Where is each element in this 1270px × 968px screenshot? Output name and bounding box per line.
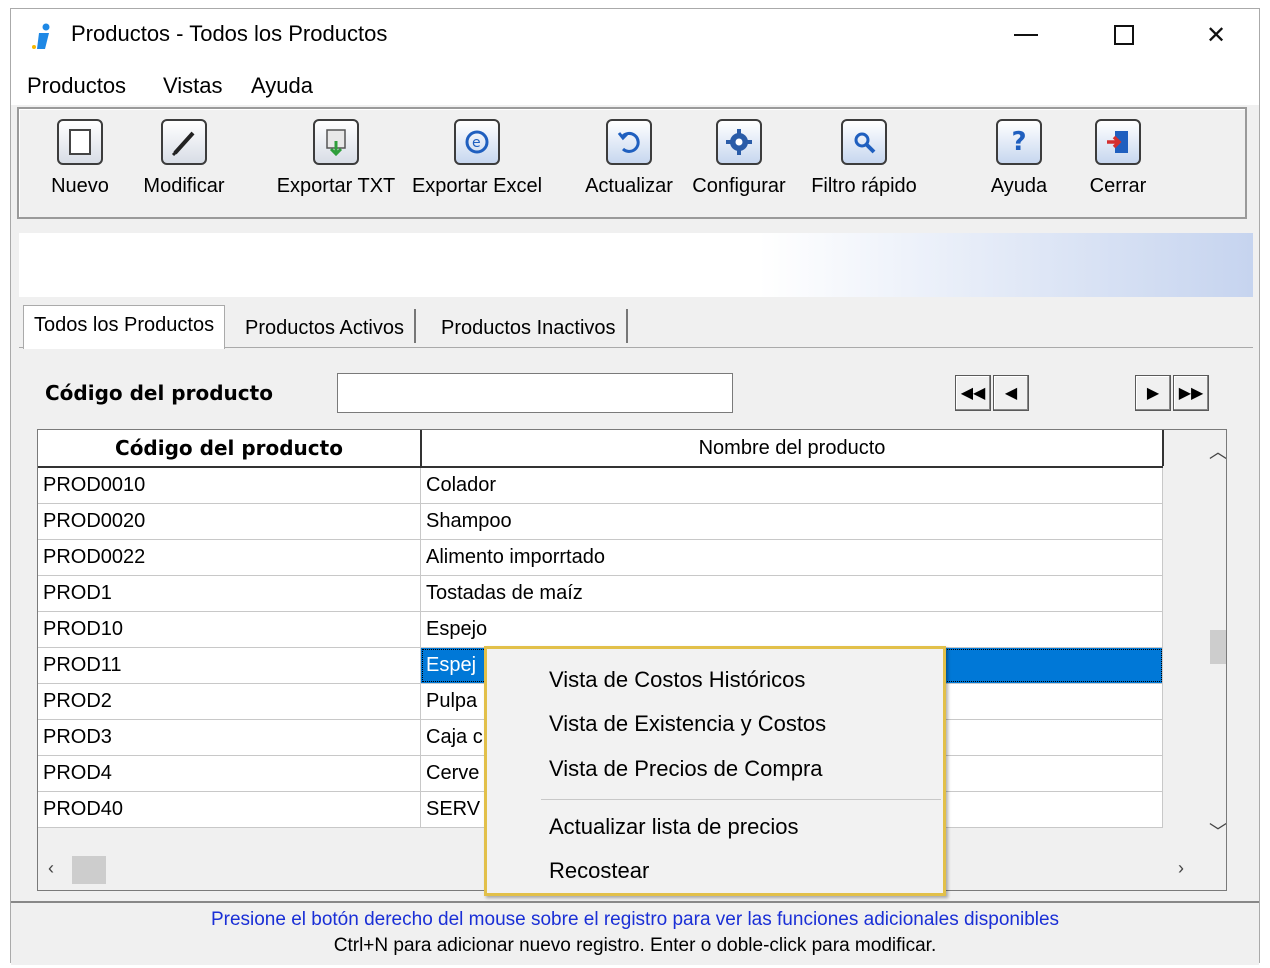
context-menu: Vista de Costos Históricos Vista de Exis… xyxy=(484,646,946,896)
column-header-name[interactable]: Nombre del producto xyxy=(422,430,1164,466)
export-txt-icon xyxy=(313,119,359,165)
menu-productos[interactable]: Productos xyxy=(27,73,126,99)
minimize-icon xyxy=(1014,34,1038,36)
previous-record-button[interactable]: ◀ xyxy=(993,375,1029,411)
menu-item-recostear[interactable]: Recostear xyxy=(549,858,649,884)
export-txt-button[interactable]: Exportar TXT xyxy=(271,119,401,198)
menu-item-actualizar-precios[interactable]: Actualizar lista de precios xyxy=(549,814,798,840)
product-code-cell[interactable]: PROD11 xyxy=(38,648,421,683)
table-row[interactable]: PROD0010 Colador xyxy=(38,468,1163,504)
quick-filter-button[interactable]: Filtro rápido xyxy=(809,119,919,198)
table-row[interactable]: PROD0020 Shampoo xyxy=(38,504,1163,540)
gear-icon xyxy=(716,119,762,165)
product-code-search-input[interactable] xyxy=(337,373,733,413)
modify-button[interactable]: Modificar xyxy=(139,119,229,198)
maximize-button[interactable] xyxy=(1089,13,1159,57)
product-code-cell[interactable]: PROD10 xyxy=(38,612,421,647)
scroll-up-icon[interactable]: ︿ xyxy=(1209,438,1226,464)
vertical-scrollbar[interactable]: ︿ ﹀ xyxy=(1206,430,1226,850)
first-icon: ◀◀ xyxy=(960,385,986,402)
product-code-cell[interactable]: PROD0022 xyxy=(38,540,421,575)
product-name-cell[interactable]: Colador xyxy=(421,468,1163,503)
horizontal-scroll-thumb[interactable] xyxy=(72,856,106,884)
toolbar: Nuevo Modificar Exportar TXT e Exportar … xyxy=(17,107,1247,219)
first-record-button[interactable]: ◀◀ xyxy=(955,375,991,411)
refresh-button[interactable]: Actualizar xyxy=(579,119,679,198)
minimize-button[interactable] xyxy=(991,13,1061,57)
maximize-icon xyxy=(1114,25,1134,45)
title-bar: Productos - Todos los Productos ✕ xyxy=(11,9,1259,61)
tab-inactivos[interactable]: Productos Inactivos xyxy=(431,309,628,343)
export-excel-label: Exportar Excel xyxy=(411,175,543,197)
status-bar: Presione el botón derecho del mouse sobr… xyxy=(11,901,1259,965)
exit-icon xyxy=(1095,119,1141,165)
configure-label: Configurar xyxy=(692,175,786,197)
product-code-cell[interactable]: PROD0010 xyxy=(38,468,421,503)
close-toolbar-button[interactable]: Cerrar xyxy=(1083,119,1153,198)
status-hint-right-click: Presione el botón derecho del mouse sobr… xyxy=(210,909,1060,930)
menu-item-precios-compra[interactable]: Vista de Precios de Compra xyxy=(549,756,823,782)
product-code-cell[interactable]: PROD4 xyxy=(38,756,421,791)
menu-ayuda[interactable]: Ayuda xyxy=(251,73,313,99)
close-button[interactable]: ✕ xyxy=(1181,13,1251,57)
quick-filter-label: Filtro rápido xyxy=(811,175,917,197)
product-code-cell[interactable]: PROD2 xyxy=(38,684,421,719)
export-txt-label: Exportar TXT xyxy=(276,175,396,197)
product-name-cell[interactable]: Shampoo xyxy=(421,504,1163,539)
grid-header: Código del producto Nombre del producto xyxy=(38,430,1164,468)
next-record-button[interactable]: ▶ xyxy=(1135,375,1171,411)
menu-vistas[interactable]: Vistas xyxy=(163,73,223,99)
table-row[interactable]: PROD10 Espejo xyxy=(38,612,1163,648)
help-icon: ? xyxy=(996,119,1042,165)
product-code-cell[interactable]: PROD1 xyxy=(38,576,421,611)
table-row[interactable]: PROD1 Tostadas de maíz xyxy=(38,576,1163,612)
scroll-right-icon[interactable]: › xyxy=(1178,858,1184,879)
last-icon: ▶▶ xyxy=(1178,385,1204,402)
export-excel-icon: e xyxy=(454,119,500,165)
column-header-code[interactable]: Código del producto xyxy=(38,430,422,466)
scroll-down-icon[interactable]: ﹀ xyxy=(1209,818,1226,844)
tab-todos[interactable]: Todos los Productos xyxy=(23,305,226,349)
app-info-icon xyxy=(32,23,50,49)
new-label: Nuevo xyxy=(51,175,109,197)
filter-label: Código del producto xyxy=(45,381,273,405)
configure-button[interactable]: Configurar xyxy=(689,119,789,198)
search-filter-icon xyxy=(841,119,887,165)
product-code-cell[interactable]: PROD0020 xyxy=(38,504,421,539)
svg-text:e: e xyxy=(472,135,481,151)
window-title: Productos - Todos los Productos xyxy=(71,21,388,46)
refresh-label: Actualizar xyxy=(585,175,673,197)
refresh-icon xyxy=(606,119,652,165)
scroll-left-icon[interactable]: ‹ xyxy=(48,858,54,879)
last-record-button[interactable]: ▶▶ xyxy=(1173,375,1209,411)
status-hint-shortcuts: Ctrl+N para adicionar nuevo registro. En… xyxy=(333,935,937,956)
previous-icon: ◀ xyxy=(1004,385,1018,402)
close-icon: ✕ xyxy=(1205,21,1227,49)
vertical-scroll-thumb[interactable] xyxy=(1210,630,1226,664)
modify-label: Modificar xyxy=(143,175,225,197)
product-code-cell[interactable]: PROD3 xyxy=(38,720,421,755)
product-name-cell[interactable]: Alimento imporrtado xyxy=(421,540,1163,575)
help-label: Ayuda xyxy=(990,175,1048,197)
new-document-icon xyxy=(57,119,103,165)
close-label: Cerrar xyxy=(1089,175,1147,197)
next-icon: ▶ xyxy=(1146,385,1160,402)
help-button[interactable]: ? Ayuda xyxy=(979,119,1059,198)
product-code-cell[interactable]: PROD40 xyxy=(38,792,421,827)
pencil-icon xyxy=(161,119,207,165)
menu-separator xyxy=(541,799,941,800)
tab-activos[interactable]: Productos Activos xyxy=(235,309,416,343)
table-row[interactable]: PROD0022 Alimento imporrtado xyxy=(38,540,1163,576)
new-button[interactable]: Nuevo xyxy=(43,119,117,198)
export-excel-button[interactable]: e Exportar Excel xyxy=(407,119,547,198)
menu-item-existencia-costos[interactable]: Vista de Existencia y Costos xyxy=(549,711,826,737)
product-name-cell[interactable]: Espejo xyxy=(421,612,1163,647)
product-name-cell[interactable]: Tostadas de maíz xyxy=(421,576,1163,611)
menu-item-costos-historicos[interactable]: Vista de Costos Históricos xyxy=(549,667,805,693)
menu-bar: Productos Vistas Ayuda xyxy=(11,61,1259,105)
header-banner xyxy=(19,233,1253,297)
